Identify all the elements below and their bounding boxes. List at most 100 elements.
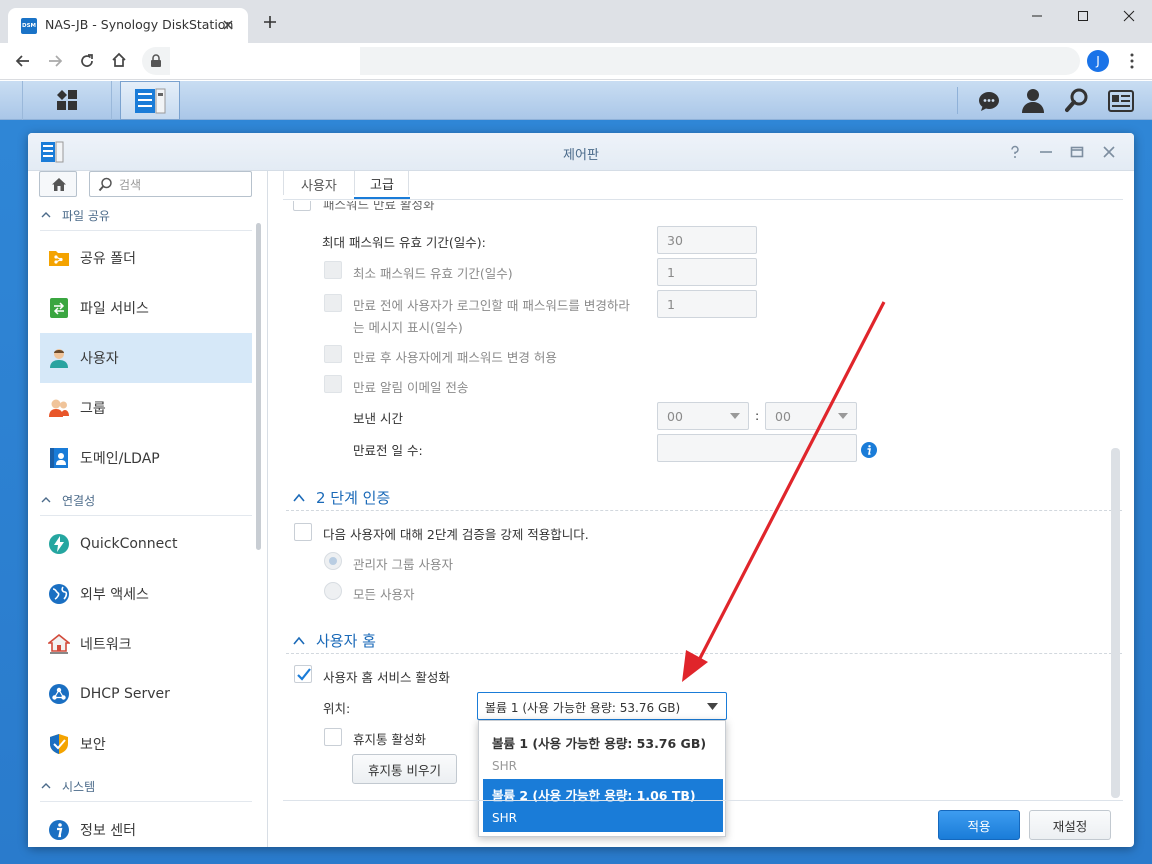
option-label: 볼륨 1 (사용 가능한 용량: 53.76 GB) xyxy=(492,736,707,751)
search-input[interactable]: 검색 xyxy=(89,171,252,197)
sidebar-item-label: 그룹 xyxy=(80,401,106,417)
shield-icon xyxy=(50,734,68,754)
notify-before-checkbox[interactable] xyxy=(324,294,342,312)
radio-all-users[interactable] xyxy=(324,582,342,600)
search-icon[interactable] xyxy=(1065,88,1089,114)
home-icon[interactable] xyxy=(110,51,128,69)
dropdown-option-volume-1[interactable]: 볼륨 1 (사용 가능한 용량: 53.76 GB) SHR xyxy=(483,723,723,777)
new-tab-icon[interactable] xyxy=(262,14,278,30)
divider xyxy=(40,801,252,802)
sidebar-item-info-center[interactable]: 정보 센터 xyxy=(40,805,252,855)
search-placeholder: 검색 xyxy=(119,178,142,192)
back-arrow-icon[interactable] xyxy=(14,52,32,70)
control-panel-app-icon xyxy=(135,88,166,114)
user-options-icon[interactable] xyxy=(1021,88,1045,114)
email-notify-checkbox[interactable] xyxy=(324,375,342,393)
sidebar-scrollbar[interactable] xyxy=(256,223,261,550)
min-age-checkbox[interactable] xyxy=(324,261,342,279)
section-user-home[interactable]: 사용자 홈 xyxy=(292,630,376,651)
sidebar-item-user[interactable]: 사용자 xyxy=(40,333,252,383)
close-icon xyxy=(1123,10,1135,22)
shared-folder-icon xyxy=(49,251,69,266)
search-icon xyxy=(98,177,112,192)
sidebar-item-domain-ldap[interactable]: 도메인/LDAP xyxy=(40,433,252,483)
dropdown-option-volume-2[interactable]: 볼륨 2 (사용 가능한 용량: 1.06 TB) SHR xyxy=(483,779,723,832)
section-file-sharing[interactable]: 파일 공유 xyxy=(40,205,110,225)
sidebar-item-quickconnect[interactable]: QuickConnect xyxy=(40,519,252,569)
checkmark-icon xyxy=(297,668,311,681)
sidebar-item-file-services[interactable]: 파일 서비스 xyxy=(40,283,252,333)
profile-avatar[interactable]: J xyxy=(1087,50,1109,72)
chevron-up-icon xyxy=(41,497,51,503)
sidebar-item-security[interactable]: 보안 xyxy=(40,719,252,769)
section-label: 연결성 xyxy=(62,493,96,508)
option-label: 볼륨 2 (사용 가능한 용량: 1.06 TB) xyxy=(492,788,696,803)
location-dropdown-list: 볼륨 1 (사용 가능한 용량: 53.76 GB) SHR 볼륨 2 (사용 … xyxy=(478,720,726,837)
tab-divider xyxy=(283,171,284,195)
section-connectivity[interactable]: 연결성 xyxy=(40,490,95,510)
reset-button[interactable]: 재설정 xyxy=(1029,810,1111,840)
section-system[interactable]: 시스템 xyxy=(40,776,95,796)
reload-icon[interactable] xyxy=(78,52,96,70)
taskbar-control-panel[interactable] xyxy=(120,81,180,120)
apply-button[interactable]: 적용 xyxy=(938,810,1020,840)
minimize-icon[interactable] xyxy=(1039,145,1053,159)
divider xyxy=(40,515,252,516)
maximize-window-button[interactable] xyxy=(1060,0,1106,32)
location-label: 위치: xyxy=(323,701,351,716)
close-window-button[interactable] xyxy=(1106,0,1152,32)
browser-tab[interactable]: DSM NAS-JB - Synology DiskStation xyxy=(8,8,248,43)
forward-arrow-icon[interactable] xyxy=(46,52,64,70)
sidebar-item-network[interactable]: 네트워크 xyxy=(40,619,252,669)
widgets-icon[interactable] xyxy=(1108,90,1134,112)
recycle-bin-checkbox[interactable] xyxy=(324,728,342,746)
empty-recycle-bin-button[interactable]: 휴지통 비우기 xyxy=(352,754,457,784)
sidebar-item-label: 공유 폴더 xyxy=(80,251,136,267)
menu-kebab-icon[interactable] xyxy=(1123,52,1141,70)
close-icon[interactable] xyxy=(1102,145,1116,159)
sidebar-item-label: 도메인/LDAP xyxy=(80,451,160,467)
section-label: 파일 공유 xyxy=(62,208,110,223)
tab-user[interactable]: 사용자 xyxy=(285,169,353,199)
max-age-input[interactable]: 30 xyxy=(657,226,757,254)
sidebar-item-label: 사용자 xyxy=(80,351,119,367)
maximize-icon[interactable] xyxy=(1070,145,1084,159)
max-age-label: 최대 패스워드 유효 기간(일수): xyxy=(322,235,486,250)
clipped-row: 패스워드 만료 활성화 xyxy=(286,201,1106,215)
tab-advanced[interactable]: 고급 xyxy=(354,169,410,199)
minimize-window-button[interactable] xyxy=(1014,0,1060,32)
location-select[interactable]: 볼륨 1 (사용 가능한 용량: 53.76 GB) xyxy=(477,692,727,720)
sidebar: 검색 파일 공유 공유 폴더 파일 서비스 사용자 그룹 도메인/LDAP 연결… xyxy=(28,171,268,847)
window-header[interactable]: 제어판 xyxy=(28,133,1134,171)
section-two-step[interactable]: 2 단계 인증 xyxy=(292,487,390,508)
allow-after-expiry-label: 만료 후 사용자에게 패스워드 변경 허용 xyxy=(353,350,557,365)
minimize-icon xyxy=(1032,15,1042,17)
notification-chat-icon[interactable] xyxy=(977,89,1001,113)
sidebar-item-group[interactable]: 그룹 xyxy=(40,383,252,433)
allow-after-expiry-checkbox[interactable] xyxy=(324,345,342,363)
sidebar-item-label: 파일 서비스 xyxy=(80,301,149,317)
sidebar-item-external-access[interactable]: 외부 액세스 xyxy=(40,569,252,619)
main-scrollbar[interactable] xyxy=(1111,448,1120,798)
sidebar-item-label: 정보 센터 xyxy=(80,823,136,839)
main-menu-button[interactable] xyxy=(22,81,112,120)
sidebar-item-label: 네트워크 xyxy=(80,637,132,653)
url-field[interactable] xyxy=(170,47,360,75)
help-icon[interactable] xyxy=(1008,145,1022,159)
chevron-down-icon xyxy=(707,703,718,710)
close-tab-icon[interactable] xyxy=(220,17,236,33)
user-home-enable-label: 사용자 홈 서비스 활성화 xyxy=(323,670,450,685)
section-title: 2 단계 인증 xyxy=(316,489,391,507)
home-button[interactable] xyxy=(39,171,77,197)
sidebar-item-dhcp-server[interactable]: DHCP Server xyxy=(40,669,252,719)
sidebar-item-shared-folder[interactable]: 공유 폴더 xyxy=(40,233,252,283)
radio-admin-group[interactable] xyxy=(324,552,342,570)
address-bar[interactable] xyxy=(142,47,1080,75)
enforce-2fa-checkbox[interactable] xyxy=(294,523,312,541)
option-sub: SHR xyxy=(492,759,517,773)
chevron-up-icon xyxy=(41,783,51,789)
tab-bar: 사용자 고급 xyxy=(283,169,1123,199)
user-home-enable-checkbox[interactable] xyxy=(294,665,312,683)
password-expiry-checkbox[interactable] xyxy=(293,201,311,211)
min-age-input[interactable]: 1 xyxy=(657,258,757,286)
